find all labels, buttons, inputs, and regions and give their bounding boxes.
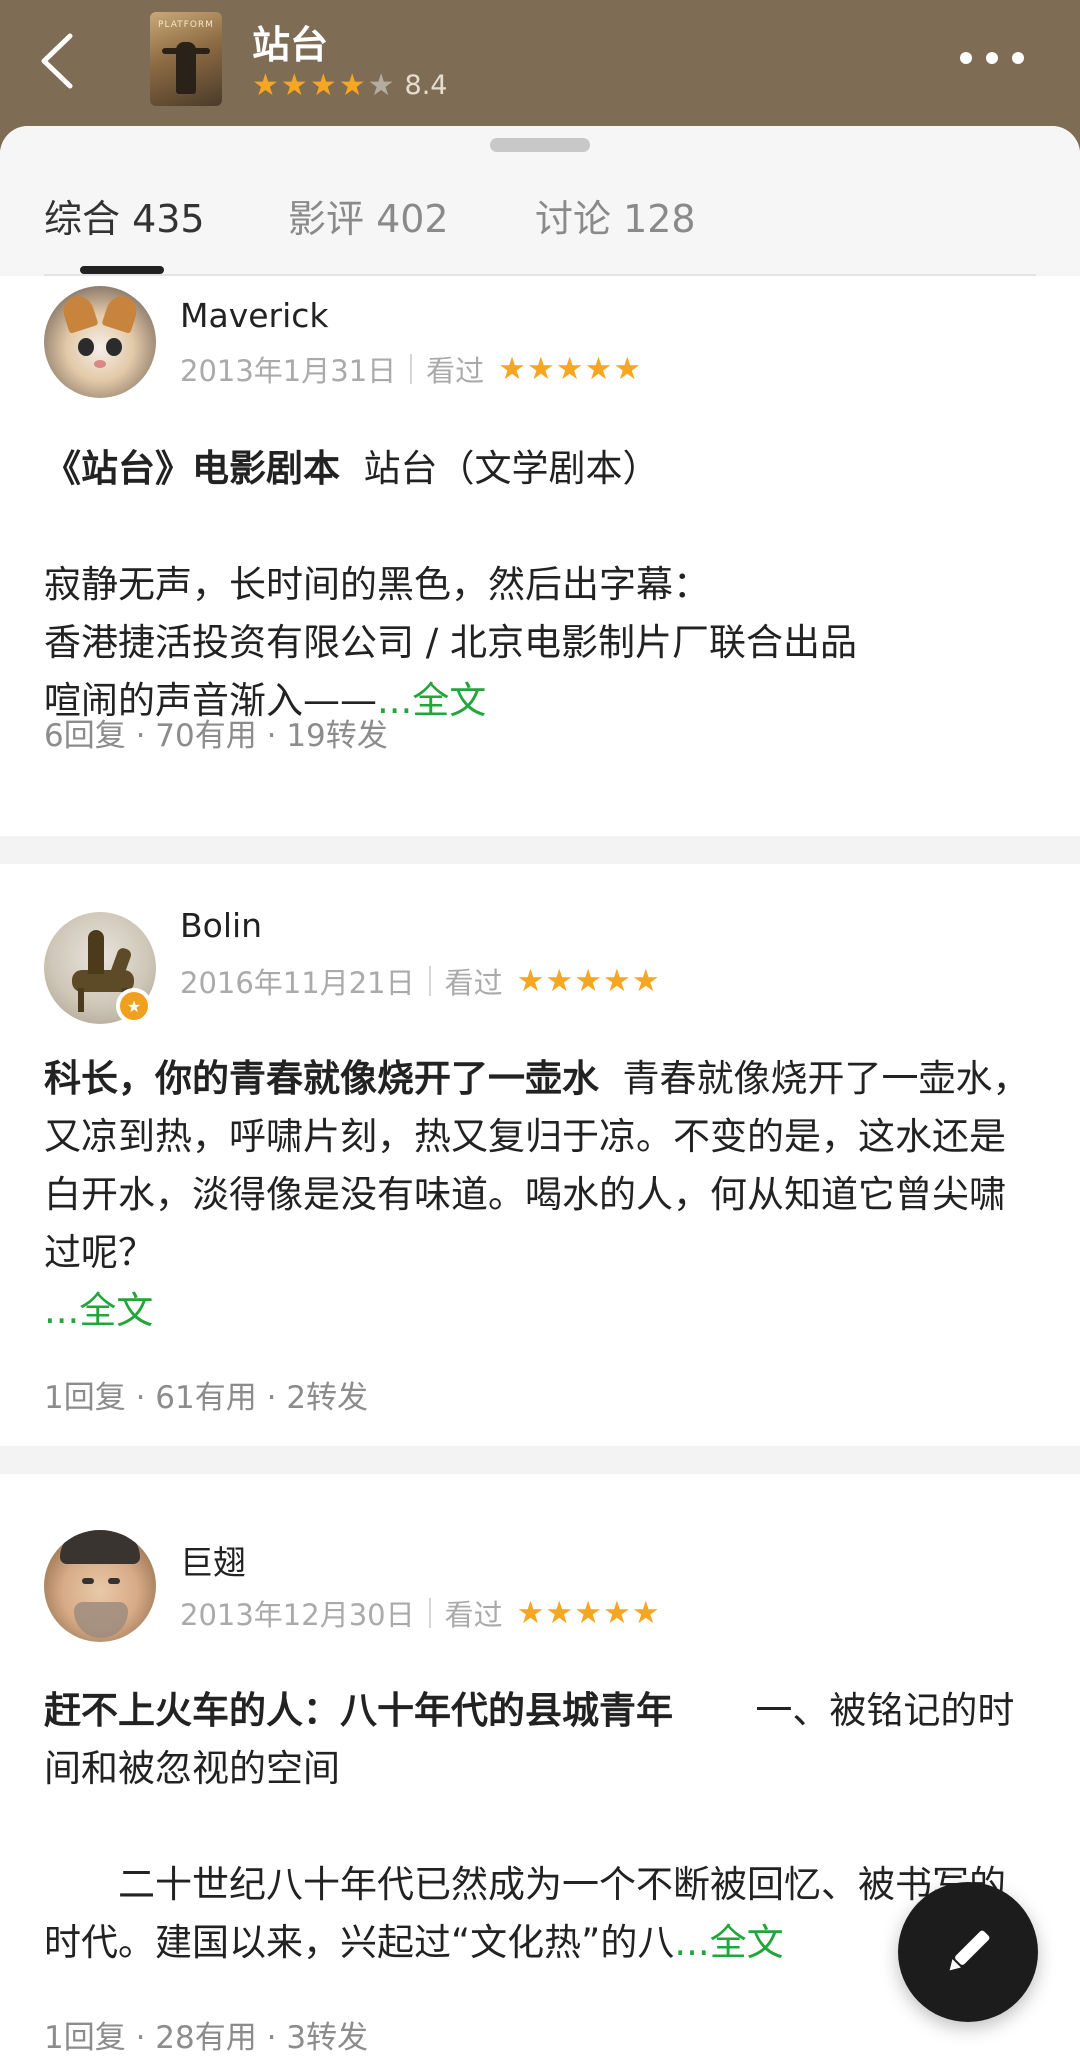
more-dots-icon xyxy=(960,52,972,64)
reply-count[interactable]: 1回复 xyxy=(44,2020,126,2056)
review-title: 科长，你的青春就像烧开了一壶水 xyxy=(44,1057,599,1100)
review-meta: 2013年12月30日 看过 ★ ★ ★ ★ ★ xyxy=(180,1592,661,1634)
pencil-icon xyxy=(949,1930,990,1971)
top-bar: PLATFORM 站台 ★ ★ ★ ★ ★ 8.4 xyxy=(0,0,1080,140)
review-content[interactable]: 《站台》电影剧本 站台（文学剧本） 寂静无声，长时间的黑色，然后出字幕： 香港捷… xyxy=(44,440,1036,730)
review-meta: 2016年11月21日 看过 ★ ★ ★ ★ ★ xyxy=(180,960,661,1002)
star-icon: ★ xyxy=(309,67,337,103)
star-empty-icon: ★ xyxy=(367,67,395,103)
review-card[interactable]: ★ Bolin 2016年11月21日 看过 ★ ★ ★ ★ ★ 科长，你的青春就像烧开… xyxy=(0,864,1080,1446)
review-stars: ★ ★ ★ ★ ★ xyxy=(516,962,661,999)
star-icon: ★ xyxy=(498,350,526,387)
star-icon: ★ xyxy=(603,1594,631,1631)
review-content[interactable]: 科长，你的青春就像烧开了一壶水 青春就像烧开了一壶水，又凉到热，呼啸片刻，热又复… xyxy=(44,1050,1036,1340)
review-title: 《站台》电影剧本 xyxy=(44,447,340,490)
movie-poster[interactable]: PLATFORM xyxy=(150,12,222,106)
watch-status: 看过 xyxy=(444,966,503,1000)
star-icon: ★ xyxy=(516,1594,545,1631)
read-more-link[interactable]: ...全文 xyxy=(674,1921,783,1964)
star-icon: ★ xyxy=(603,962,631,999)
username[interactable]: Maverick xyxy=(180,296,329,335)
avatar[interactable] xyxy=(44,286,156,398)
movie-title: 站台 xyxy=(252,23,329,67)
more-button[interactable] xyxy=(960,44,1024,72)
star-icon: ★ xyxy=(252,67,279,103)
watch-status: 看过 xyxy=(444,1598,503,1632)
reply-count[interactable]: 1回复 xyxy=(44,1380,126,1416)
useful-count[interactable]: 61有用 xyxy=(155,1380,256,1416)
useful-count[interactable]: 28有用 xyxy=(155,2020,256,2056)
star-icon: ★ xyxy=(613,350,642,387)
poster-text: PLATFORM xyxy=(158,20,214,30)
review-stars: ★ ★ ★ ★ ★ xyxy=(498,350,642,387)
star-icon: ★ xyxy=(545,962,574,999)
chevron-left-icon xyxy=(41,33,73,89)
movie-rating: ★ ★ ★ ★ ★ 8.4 xyxy=(252,70,447,101)
avatar[interactable] xyxy=(44,1530,156,1642)
review-stats: 1回复 · 28有用 · 3转发 xyxy=(44,2020,369,2056)
star-icon: ★ xyxy=(584,350,613,387)
tabs-bar: 综合 435 影评 402 讨论 128 xyxy=(0,126,1080,276)
share-count[interactable]: 19转发 xyxy=(286,718,387,754)
reviews-sheet: 综合 435 影评 402 讨论 128 Maverick 2013年1月31日… xyxy=(0,126,1080,2067)
read-more-link[interactable]: ...全文 xyxy=(44,1289,153,1332)
review-content[interactable]: 赶不上火车的人：八十年代的县城青年 一、被铭记的时间和被忽视的空间 二十世纪八十… xyxy=(44,1682,1036,1972)
review-stars: ★ ★ ★ ★ ★ xyxy=(516,1594,661,1631)
star-icon: ★ xyxy=(555,350,584,387)
useful-count[interactable]: 70有用 xyxy=(155,718,256,754)
star-icon: ★ xyxy=(516,962,545,999)
read-more-link[interactable]: ...全文 xyxy=(377,679,486,722)
tab-indicator xyxy=(80,266,164,274)
review-stats: 6回复 · 70有用 · 19转发 xyxy=(44,718,388,754)
share-count[interactable]: 2转发 xyxy=(286,1380,368,1416)
review-title: 赶不上火车的人：八十年代的县城青年 xyxy=(44,1689,673,1732)
watch-status: 看过 xyxy=(426,354,485,388)
tab-discussions[interactable]: 讨论 128 xyxy=(535,188,696,243)
username[interactable]: Bolin xyxy=(180,906,262,945)
star-icon: ★ xyxy=(338,67,366,103)
divider xyxy=(0,1446,1080,1474)
username[interactable]: 巨翅 xyxy=(180,1536,246,1584)
star-icon: ★ xyxy=(574,962,603,999)
star-icon: ★ xyxy=(574,1594,603,1631)
tab-overall[interactable]: 综合 435 xyxy=(44,188,205,243)
review-meta: 2013年1月31日 看过 ★ ★ ★ ★ ★ xyxy=(180,348,642,390)
star-icon: ★ xyxy=(545,1594,574,1631)
review-date: 2013年1月31日 xyxy=(180,354,397,388)
back-button[interactable] xyxy=(30,26,90,96)
write-review-button[interactable] xyxy=(898,1882,1038,2022)
star-icon: ★ xyxy=(280,67,308,103)
reply-count[interactable]: 6回复 xyxy=(44,718,126,754)
star-icon: ★ xyxy=(631,1594,660,1631)
review-card[interactable]: Maverick 2013年1月31日 看过 ★ ★ ★ ★ ★ 《站台》电影剧本 站台… xyxy=(0,276,1080,836)
share-count[interactable]: 3转发 xyxy=(286,2020,368,2056)
drag-handle[interactable] xyxy=(490,138,590,152)
verified-badge-icon: ★ xyxy=(116,988,152,1024)
review-date: 2013年12月30日 xyxy=(180,1598,415,1632)
review-stats: 1回复 · 61有用 · 2转发 xyxy=(44,1380,369,1416)
star-icon: ★ xyxy=(631,962,660,999)
tab-reviews[interactable]: 影评 402 xyxy=(288,188,449,243)
star-icon: ★ xyxy=(526,350,555,387)
divider xyxy=(0,836,1080,864)
rating-score: 8.4 xyxy=(404,70,448,101)
review-date: 2016年11月21日 xyxy=(180,966,415,1000)
